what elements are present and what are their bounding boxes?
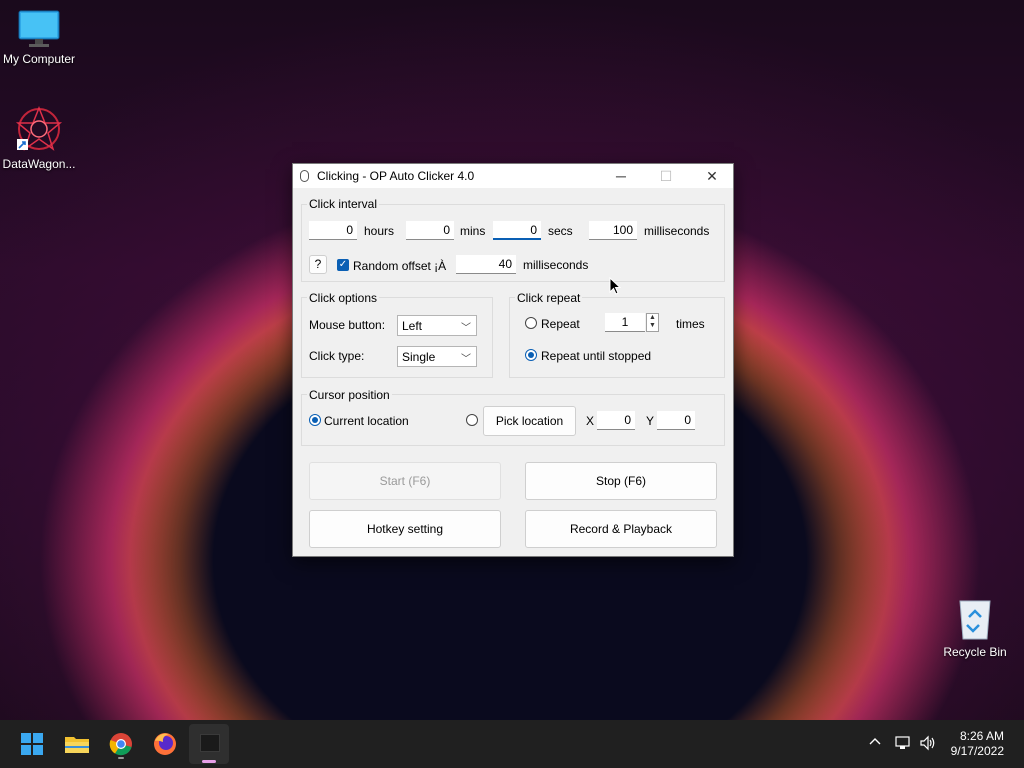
offset-milliseconds-label: milliseconds [523, 258, 589, 272]
repeat-until-stopped-label: Repeat until stopped [541, 349, 652, 363]
active-indicator [202, 760, 216, 763]
desktop-icon-my-computer[interactable]: My Computer [0, 10, 81, 66]
cursor-position-title: Cursor position [307, 388, 392, 402]
title-bar[interactable]: Clicking - OP Auto Clicker 4.0 ─ ☐ ✕ [293, 164, 733, 188]
click-interval-title: Click interval [307, 197, 380, 211]
auto-clicker-window: Clicking - OP Auto Clicker 4.0 ─ ☐ ✕ Cli… [292, 163, 734, 557]
mins-input[interactable] [406, 221, 454, 240]
window-title: Clicking - OP Auto Clicker 4.0 [317, 169, 475, 183]
y-coordinate-input[interactable] [657, 411, 695, 430]
y-label: Y [646, 414, 655, 428]
hours-input[interactable] [309, 221, 357, 240]
volume-icon[interactable] [919, 734, 937, 755]
desktop-icon-recycle-bin[interactable]: Recycle Bin [933, 597, 1017, 659]
chrome-icon[interactable] [105, 728, 137, 760]
click-options-title: Click options [307, 291, 380, 305]
x-coordinate-input[interactable] [597, 411, 635, 430]
click-repeat-group [509, 297, 725, 378]
desktop-icon-label: DataWagon... [2, 157, 76, 171]
mouse-button-label: Mouse button: [309, 318, 386, 332]
help-button[interactable]: ? [309, 255, 327, 274]
monitor-icon [18, 10, 60, 48]
times-label: times [676, 317, 705, 331]
random-offset-checkbox[interactable]: ✓ [337, 259, 349, 271]
chevron-down-icon: ﹀ [461, 354, 471, 365]
mouse-cursor-icon [609, 276, 622, 298]
firefox-icon[interactable] [149, 728, 181, 760]
random-offset-label: Random offset ¡À [353, 259, 447, 273]
close-button[interactable]: ✕ [689, 164, 735, 188]
pick-location-button[interactable]: Pick location [483, 406, 576, 436]
taskbar: 8:26 AM 9/17/2022 [0, 720, 1024, 768]
stepper-up-icon[interactable]: ▲ [647, 314, 658, 322]
record-playback-button[interactable]: Record & Playback [525, 510, 717, 548]
milliseconds-label: milliseconds [644, 224, 710, 238]
current-location-radio[interactable] [309, 414, 321, 426]
app-window-icon [200, 734, 220, 752]
x-label: X [586, 414, 595, 428]
repeat-radio[interactable] [525, 317, 537, 329]
secs-label: secs [548, 224, 573, 238]
stop-button[interactable]: Stop (F6) [525, 462, 717, 500]
tray-chevron-icon[interactable] [868, 735, 882, 752]
network-icon[interactable] [894, 734, 912, 755]
click-repeat-title: Click repeat [515, 291, 583, 305]
minimize-button[interactable]: ─ [598, 164, 644, 188]
repeat-label: Repeat [541, 317, 580, 331]
file-explorer-icon[interactable] [61, 728, 93, 760]
desktop-icon-label: Recycle Bin [943, 645, 1007, 659]
windows-start-icon[interactable] [16, 728, 48, 760]
start-button[interactable]: Start (F6) [309, 462, 501, 500]
clock-date: 9/17/2022 [950, 744, 1004, 758]
mouse-icon [300, 170, 309, 182]
random-offset-input[interactable] [456, 255, 516, 274]
secs-input[interactable] [493, 221, 541, 240]
desktop-icon-datawagon[interactable]: DataWagon... [0, 105, 81, 171]
milliseconds-input[interactable] [589, 221, 637, 240]
hotkey-setting-button[interactable]: Hotkey setting [309, 510, 501, 548]
desktop-icon-label: My Computer [2, 52, 76, 66]
pick-location-radio[interactable] [466, 414, 478, 426]
mouse-button-value: Left [402, 319, 423, 333]
mins-label: mins [460, 224, 486, 238]
click-type-value: Single [402, 350, 436, 364]
current-location-label: Current location [324, 414, 409, 428]
repeat-until-stopped-radio[interactable] [525, 349, 537, 361]
repeat-count-stepper[interactable]: ▲ ▼ [646, 313, 659, 332]
taskbar-clock[interactable]: 8:26 AM 9/17/2022 [951, 729, 1004, 759]
recycle-bin-icon [955, 597, 995, 641]
chevron-down-icon: ﹀ [461, 323, 471, 334]
click-type-select[interactable]: Single ﹀ [397, 346, 477, 367]
clock-time: 8:26 AM [959, 729, 1004, 743]
stepper-down-icon[interactable]: ▼ [647, 322, 658, 330]
mouse-button-select[interactable]: Left ﹀ [397, 315, 477, 336]
datawagon-shortcut-icon [15, 105, 63, 153]
click-type-label: Click type: [309, 349, 365, 363]
repeat-count-input[interactable] [605, 313, 645, 332]
hours-label: hours [364, 224, 395, 238]
auto-clicker-taskbar-button[interactable] [189, 724, 229, 764]
maximize-button[interactable]: ☐ [643, 164, 689, 188]
